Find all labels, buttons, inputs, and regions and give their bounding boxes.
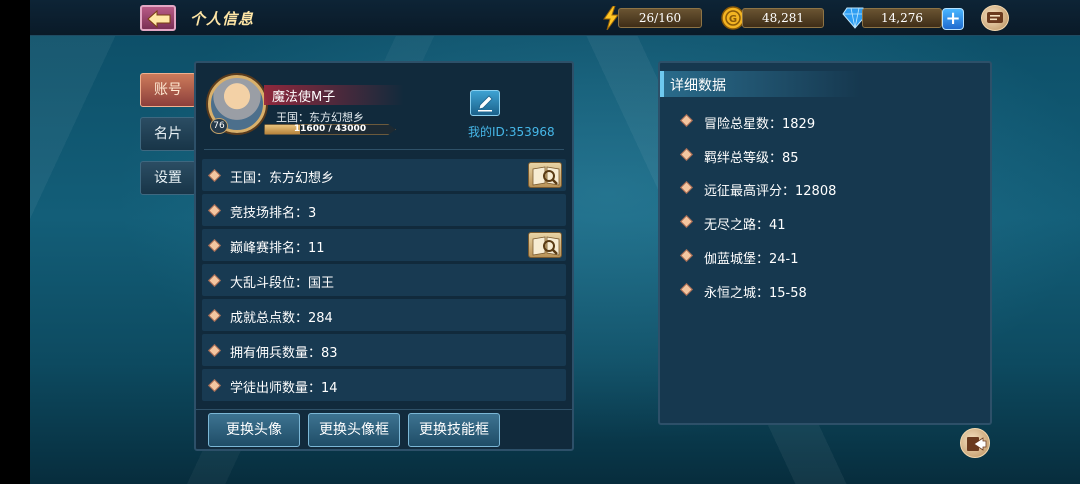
- info-row-brawl: 大乱斗段位：国王: [202, 264, 566, 296]
- detail-row-label: 远征最高评分：12808: [704, 184, 837, 199]
- info-row-peak: 巅峰赛排名：11: [202, 229, 566, 261]
- info-panel: 76 魔法使M子 王国：东方幻想乡 11600 / 43000 我的ID:353…: [194, 61, 574, 451]
- tab-card[interactable]: 名片: [140, 117, 196, 151]
- info-row-label: 大乱斗段位：国王: [230, 276, 335, 291]
- diamond-icon: [680, 283, 693, 296]
- pencil-icon: [478, 95, 493, 112]
- exp-text: 11600 / 43000: [293, 124, 367, 134]
- detail-row-label: 羁绊总等级：85: [704, 151, 799, 166]
- add-gems-button[interactable]: +: [942, 8, 964, 30]
- info-row-label: 拥有佣兵数量：83: [230, 346, 338, 361]
- diamond-icon: [680, 181, 693, 194]
- player-kingdom: 王国：东方幻想乡: [276, 111, 364, 124]
- detail-row-label: 无尽之路：41: [704, 218, 786, 233]
- info-row-label: 王国：东方幻想乡: [230, 171, 335, 186]
- back-arrow-icon: [147, 10, 171, 28]
- profile-header: 76 魔法使M子 王国：东方幻想乡 11600 / 43000 我的ID:353…: [196, 63, 572, 149]
- svg-text:G: G: [729, 14, 737, 25]
- diamond-icon: [208, 274, 221, 287]
- info-row-label: 成就总点数：284: [230, 311, 333, 326]
- book-magnifier-icon: [532, 166, 560, 186]
- diamond-icon: [680, 249, 693, 262]
- info-row-kingdom: 王国：东方幻想乡: [202, 159, 566, 191]
- player-level: 76: [210, 118, 228, 134]
- info-row-label: 学徒出师数量：14: [230, 381, 338, 396]
- diamond-icon: [680, 148, 693, 161]
- info-row-arena: 竞技场排名：3: [202, 194, 566, 226]
- diamond-icon: [680, 215, 693, 228]
- change-avatar-frame-button[interactable]: 更换头像框: [308, 413, 400, 447]
- detail-header: 详细数据: [660, 71, 860, 97]
- diamond-icon: [208, 169, 221, 182]
- diamond-icon: [208, 379, 221, 392]
- energy-counter: 26/160: [618, 8, 702, 28]
- change-skill-frame-button[interactable]: 更换技能框: [408, 413, 500, 447]
- info-row-label: 巅峰赛排名：11: [230, 241, 325, 256]
- gem-counter: 14,276: [862, 8, 942, 28]
- diamond-icon: [208, 204, 221, 217]
- game-stage: 个人信息 26/160 G 48,281 14,276 + 账号 名片 设置 7…: [30, 0, 1080, 484]
- detail-row-label: 冒险总星数：1829: [704, 117, 816, 132]
- diamond-icon: [208, 309, 221, 322]
- change-avatar-button[interactable]: 更换头像: [208, 413, 300, 447]
- page-title: 个人信息: [190, 10, 255, 28]
- share-icon: [967, 437, 987, 451]
- exp-bar: 11600 / 43000: [264, 124, 396, 135]
- info-row-label: 竞技场排名：3: [230, 206, 317, 221]
- top-bar: 个人信息 26/160 G 48,281 14,276 +: [30, 0, 1080, 36]
- gold-counter: 48,281: [742, 8, 824, 28]
- detail-title: 详细数据: [670, 78, 726, 94]
- detail-row-label: 伽蓝城堡：24-1: [704, 252, 799, 267]
- detail-row-label: 永恒之城：15-58: [704, 286, 807, 301]
- divider: [204, 149, 564, 150]
- tab-account[interactable]: 账号: [140, 73, 196, 107]
- inspect-peak-button[interactable]: [528, 232, 562, 258]
- info-row-mercenaries: 拥有佣兵数量：83: [202, 334, 566, 366]
- info-row-achievements: 成就总点数：284: [202, 299, 566, 331]
- edit-profile-button[interactable]: [470, 90, 500, 116]
- chat-icon: [987, 12, 1003, 23]
- diamond-icon: [680, 114, 693, 127]
- player-name: 魔法使M子: [272, 90, 336, 105]
- detail-panel: 详细数据 冒险总星数：1829 羁绊总等级：85 远征最高评分：12808 无尽…: [658, 61, 992, 425]
- back-button[interactable]: [140, 5, 176, 31]
- tab-settings[interactable]: 设置: [140, 161, 196, 195]
- player-id: 我的ID:353968: [468, 125, 555, 139]
- diamond-icon: [208, 239, 221, 252]
- chat-button[interactable]: [981, 5, 1009, 31]
- book-magnifier-icon: [532, 236, 560, 256]
- inspect-kingdom-button[interactable]: [528, 162, 562, 188]
- share-button[interactable]: [960, 428, 990, 458]
- diamond-icon: [208, 344, 221, 357]
- info-row-apprentices: 学徒出师数量：14: [202, 369, 566, 401]
